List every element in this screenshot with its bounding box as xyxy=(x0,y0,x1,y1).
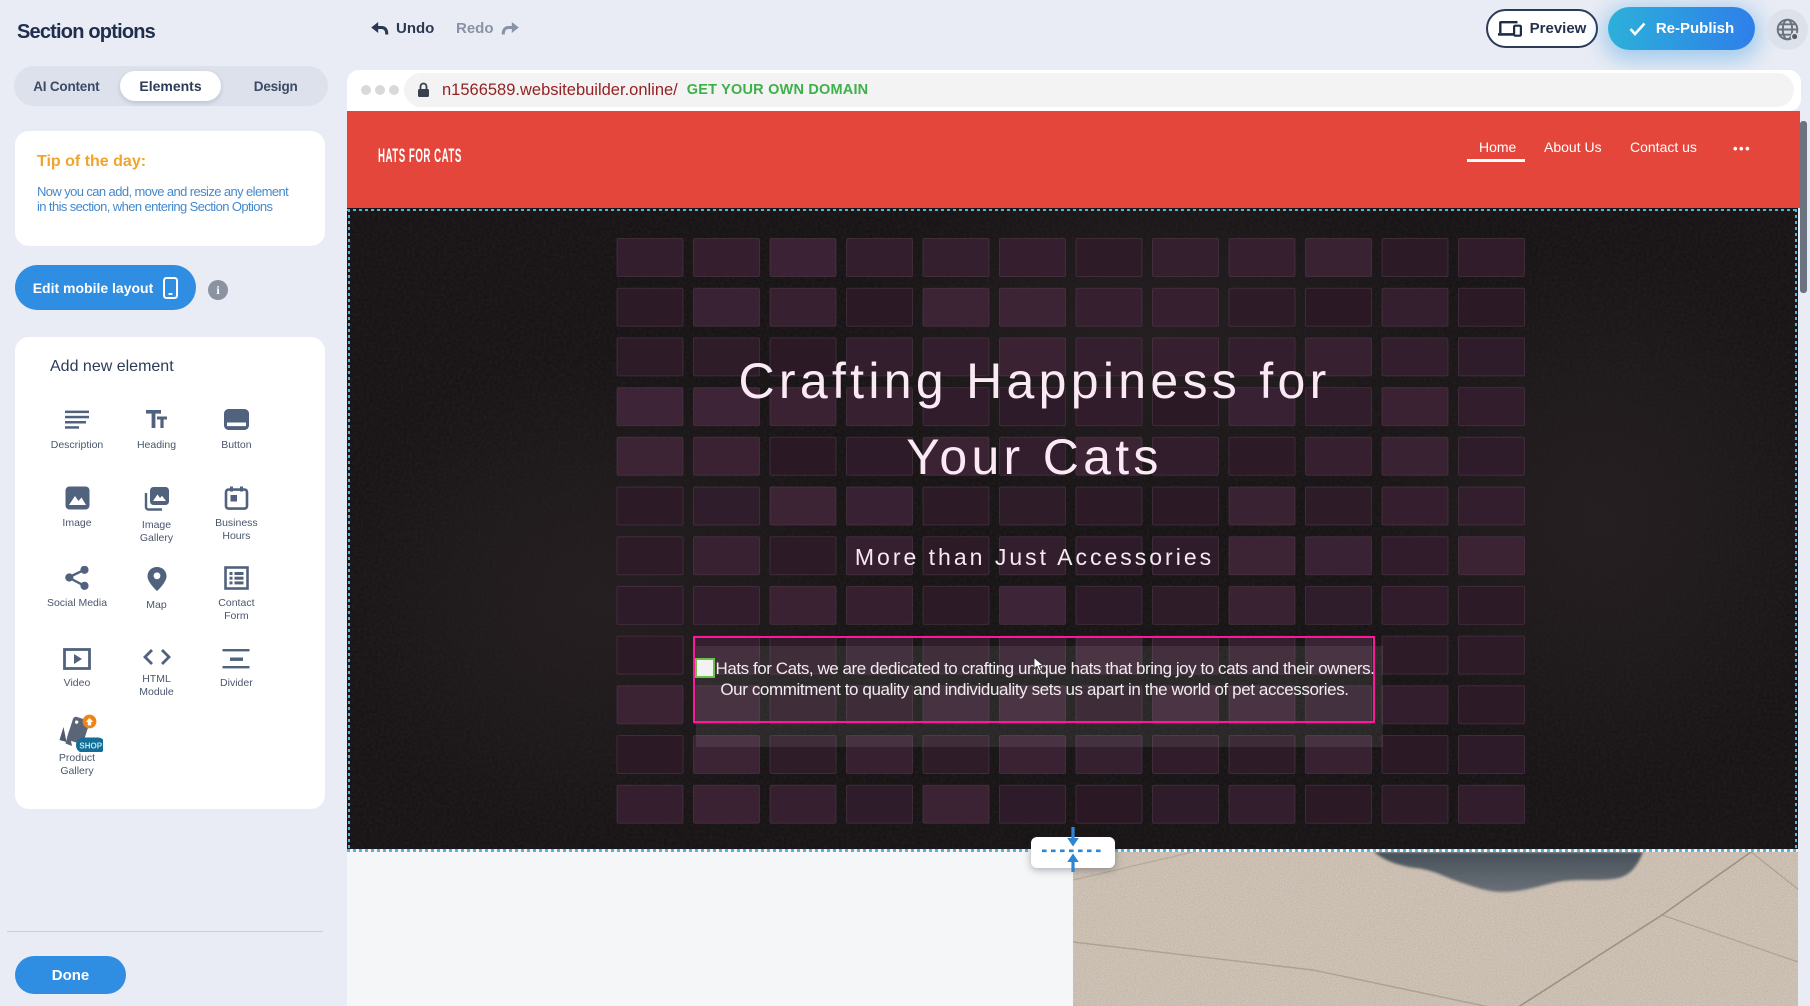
svg-text:SHOP: SHOP xyxy=(79,742,102,751)
